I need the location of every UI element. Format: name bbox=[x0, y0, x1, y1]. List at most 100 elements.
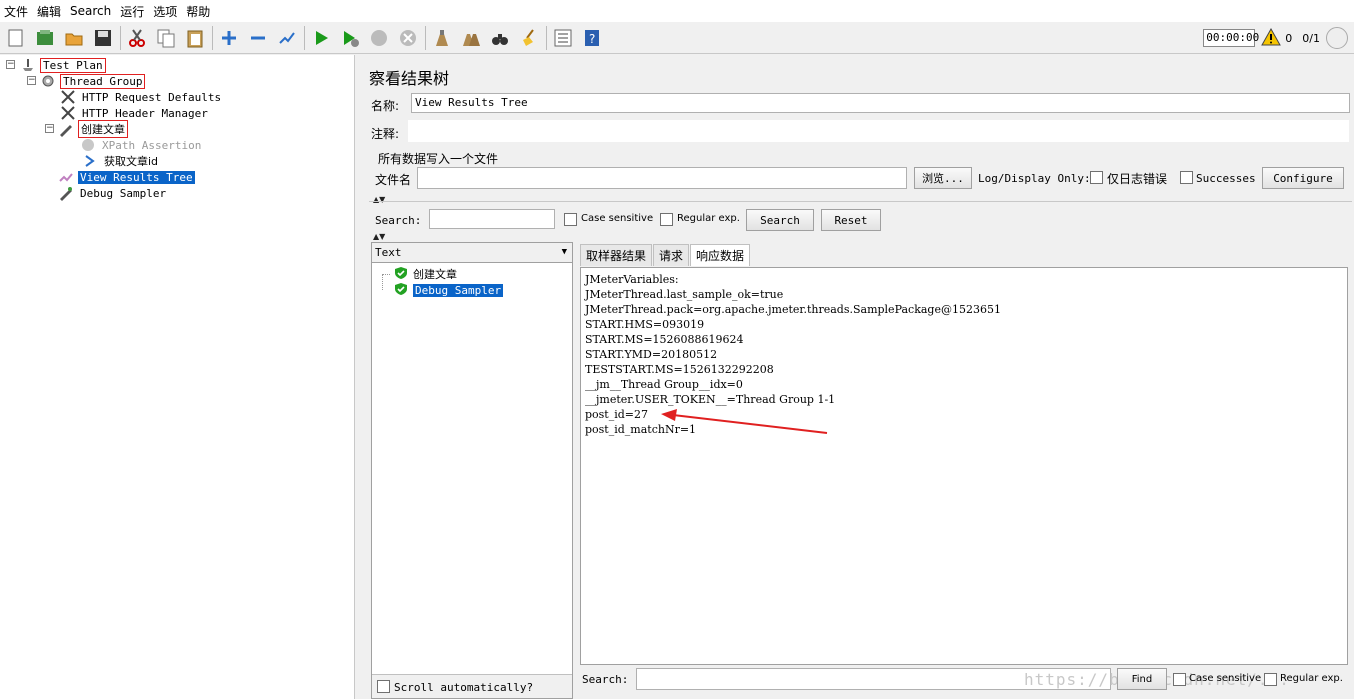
toolbar-separator bbox=[304, 25, 305, 50]
svg-text:?: ? bbox=[589, 32, 595, 46]
paste-icon[interactable] bbox=[183, 26, 207, 50]
result-item-create-article[interactable]: 创建文章 bbox=[394, 266, 457, 282]
tree-item-view-results-tree[interactable]: View Results Tree bbox=[58, 169, 195, 185]
clear-icon[interactable] bbox=[430, 26, 454, 50]
response-line: TESTSTART.MS=1526132292208 bbox=[585, 363, 774, 376]
tree-item-get-article-id[interactable]: 获取文章id bbox=[82, 153, 160, 169]
footer-case-sensitive-checkbox[interactable] bbox=[1173, 673, 1186, 686]
stop-icon[interactable] bbox=[367, 26, 391, 50]
toolbar: ? 00:00:00 0 0/1 bbox=[0, 22, 1354, 54]
tree-item-test-plan[interactable]: Test Plan bbox=[20, 57, 106, 73]
tree-item-create-article[interactable]: 创建文章 bbox=[58, 120, 128, 138]
toolbar-separator bbox=[212, 25, 213, 50]
save-icon[interactable] bbox=[91, 26, 115, 50]
help-icon[interactable]: ? bbox=[580, 26, 604, 50]
broom-icon[interactable] bbox=[517, 26, 541, 50]
file-name-input[interactable] bbox=[417, 167, 907, 189]
tree-item-thread-group[interactable]: Thread Group bbox=[40, 73, 146, 89]
group-title: 所有数据写入一个文件 bbox=[378, 152, 499, 166]
collapse-test-plan[interactable]: − bbox=[6, 60, 15, 69]
splitter-dots: ▲▼ bbox=[373, 195, 386, 204]
clear-all-icon[interactable] bbox=[459, 26, 483, 50]
test-plan-icon bbox=[20, 57, 36, 73]
write-to-file-group: 所有数据写入一个文件 文件名 浏览... Log/Display Only: 仅… bbox=[369, 152, 1352, 195]
comment-label: 注释: bbox=[371, 127, 400, 141]
find-button[interactable]: Find bbox=[1117, 668, 1167, 690]
templates-icon[interactable] bbox=[33, 26, 57, 50]
pen-icon bbox=[58, 185, 74, 201]
response-line: START.YMD=20180512 bbox=[585, 348, 718, 361]
search-input[interactable] bbox=[429, 209, 555, 229]
reset-button[interactable]: Reset bbox=[821, 209, 881, 231]
elapsed-timer: 00:00:00 bbox=[1203, 29, 1259, 47]
panel-title: 察看结果树 bbox=[369, 69, 450, 88]
renderer-select[interactable]: Text ▼ bbox=[372, 243, 572, 263]
chevron-down-icon: ▼ bbox=[561, 247, 567, 257]
collapse-thread-group[interactable]: − bbox=[27, 76, 36, 85]
regex-checkbox[interactable] bbox=[660, 213, 673, 226]
case-sensitive-checkbox[interactable] bbox=[564, 213, 577, 226]
footer-regex-label: Regular exp. bbox=[1280, 673, 1343, 684]
tree-item-http-header-manager[interactable]: HTTP Header Manager bbox=[60, 105, 210, 121]
errors-only-checkbox[interactable] bbox=[1090, 171, 1103, 184]
copy-icon[interactable] bbox=[154, 26, 178, 50]
tab-request[interactable]: 请求 bbox=[653, 244, 690, 266]
function-list-icon[interactable] bbox=[551, 26, 575, 50]
magnifier-icon bbox=[80, 137, 96, 153]
new-icon[interactable] bbox=[4, 26, 28, 50]
tree-item-http-request-defaults[interactable]: HTTP Request Defaults bbox=[60, 89, 223, 105]
menu-bar: 文件 编辑 Search 运行 选项 帮助 bbox=[0, 0, 1354, 22]
log-display-label: Log/Display Only: bbox=[978, 172, 1091, 185]
scroll-auto-label: Scroll automatically? bbox=[394, 681, 534, 694]
regex-label: Regular exp. bbox=[677, 213, 740, 224]
scroll-auto-checkbox[interactable] bbox=[377, 680, 390, 693]
scroll-auto-row: Scroll automatically? bbox=[372, 674, 572, 698]
menu-options[interactable]: 选项 bbox=[153, 3, 177, 20]
expand-icon[interactable] bbox=[217, 26, 241, 50]
start-icon[interactable] bbox=[309, 26, 333, 50]
tab-sampler-result[interactable]: 取样器结果 bbox=[580, 244, 653, 266]
collapse-icon[interactable] bbox=[246, 26, 270, 50]
tab-response-data[interactable]: 响应数据 bbox=[690, 244, 751, 266]
browse-button[interactable]: 浏览... bbox=[914, 167, 972, 189]
status-area: 00:00:00 0 0/1 bbox=[1203, 27, 1348, 49]
comment-input[interactable] bbox=[407, 119, 1350, 143]
tree-item-debug-sampler[interactable]: Debug Sampler bbox=[58, 185, 168, 201]
result-item-debug-sampler[interactable]: Debug Sampler bbox=[394, 282, 504, 298]
wrench-icon bbox=[60, 105, 76, 121]
search-label: Search: bbox=[375, 214, 422, 227]
menu-edit[interactable]: 编辑 bbox=[37, 3, 61, 20]
search-button[interactable]: Search bbox=[746, 209, 814, 231]
toggle-icon[interactable] bbox=[275, 26, 299, 50]
start-no-pauses-icon[interactable] bbox=[338, 26, 362, 50]
response-data-pane[interactable]: JMeterVariables: JMeterThread.last_sampl… bbox=[580, 267, 1348, 665]
successes-checkbox[interactable] bbox=[1180, 171, 1193, 184]
warning-icon[interactable] bbox=[1261, 27, 1282, 49]
footer-search-label: Search: bbox=[582, 673, 629, 686]
annotation-arrow-icon bbox=[661, 409, 828, 434]
successes-label: Successes bbox=[1196, 172, 1256, 185]
footer-regex-checkbox[interactable] bbox=[1264, 673, 1277, 686]
open-icon[interactable] bbox=[62, 26, 86, 50]
status-indicator-icon[interactable] bbox=[1326, 27, 1348, 49]
configure-button[interactable]: Configure bbox=[1262, 167, 1344, 189]
test-plan-tree: − Test Plan − Thread Group HTTP Request … bbox=[0, 55, 355, 699]
thread-count: 0/1 bbox=[1302, 31, 1320, 45]
tree-connector bbox=[382, 274, 390, 275]
response-line: __jm__Thread Group__idx=0 bbox=[585, 378, 743, 391]
name-input[interactable]: View Results Tree bbox=[411, 93, 1350, 113]
shutdown-icon[interactable] bbox=[396, 26, 420, 50]
wrench-icon bbox=[60, 89, 76, 105]
gear-icon bbox=[40, 73, 56, 89]
binoculars-icon[interactable] bbox=[488, 26, 512, 50]
result-tabs: 取样器结果 请求 响应数据 bbox=[580, 244, 751, 266]
menu-help[interactable]: 帮助 bbox=[186, 3, 210, 20]
tree-item-xpath-assertion[interactable]: XPath Assertion bbox=[80, 137, 203, 153]
menu-run[interactable]: 运行 bbox=[120, 3, 144, 20]
sample-result-list: Text ▼ 创建文章 Debug Sampler Scroll automat… bbox=[371, 242, 573, 699]
cut-icon[interactable] bbox=[125, 26, 149, 50]
collapse-create-article[interactable]: − bbox=[45, 124, 54, 133]
menu-search[interactable]: Search bbox=[70, 4, 111, 18]
response-line: JMeterVariables: bbox=[585, 273, 679, 286]
menu-file[interactable]: 文件 bbox=[4, 3, 28, 20]
